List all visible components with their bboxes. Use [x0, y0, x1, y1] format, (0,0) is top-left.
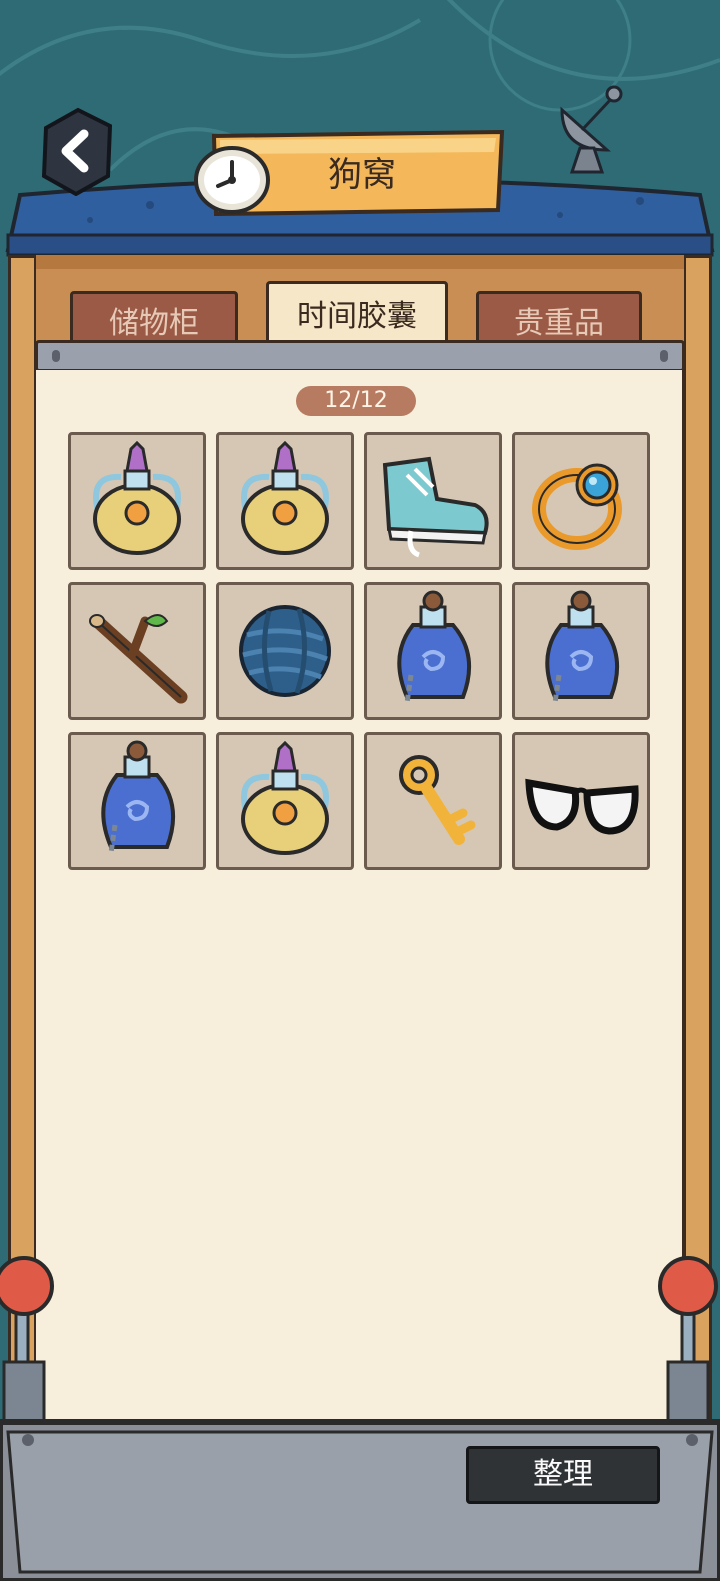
- inventory-slot-5[interactable]: [68, 582, 206, 720]
- inventory-slot-8[interactable]: [512, 582, 650, 720]
- inventory-slot-12[interactable]: [512, 732, 650, 870]
- sneaker-icon: [382, 456, 489, 558]
- golden-potion-icon: [241, 740, 329, 855]
- inventory-slot-1[interactable]: [68, 432, 206, 570]
- inventory-slot-3[interactable]: [364, 432, 502, 570]
- golden-potion-icon: [93, 440, 181, 555]
- yarn-ball-icon: [239, 605, 331, 697]
- inventory-slot-6[interactable]: [216, 582, 354, 720]
- branch-icon: [89, 614, 188, 704]
- inventory-slot-10[interactable]: [216, 732, 354, 870]
- gold-key-icon: [399, 755, 476, 845]
- glasses-icon: [525, 778, 639, 835]
- inventory-slot-7[interactable]: [364, 582, 502, 720]
- gold-ring-icon: [532, 463, 622, 550]
- inventory-slot-2[interactable]: [216, 432, 354, 570]
- inventory-grid: [68, 432, 650, 872]
- capacity-badge: 12/12: [296, 386, 416, 416]
- inventory-slot-11[interactable]: [364, 732, 502, 870]
- inventory-slot-9[interactable]: [68, 732, 206, 870]
- sort-button[interactable]: 整理: [466, 1446, 660, 1504]
- back-button[interactable]: [38, 106, 118, 196]
- blue-potion-icon: [397, 590, 471, 704]
- blue-potion-icon: [101, 740, 175, 854]
- blue-potion-icon: [545, 590, 619, 704]
- tab-bar: 储物柜 时间胶囊 贵重品: [36, 255, 684, 349]
- tab-time-capsule[interactable]: 时间胶囊: [266, 281, 448, 347]
- left-lever: [0, 1256, 54, 1424]
- inventory-slot-4[interactable]: [512, 432, 650, 570]
- satellite-dish-icon: [560, 85, 623, 174]
- metal-bar: [35, 340, 685, 372]
- golden-potion-icon: [241, 440, 329, 555]
- page-title: 狗窝: [328, 155, 396, 195]
- right-lever: [658, 1256, 718, 1424]
- clock-icon: [194, 146, 270, 214]
